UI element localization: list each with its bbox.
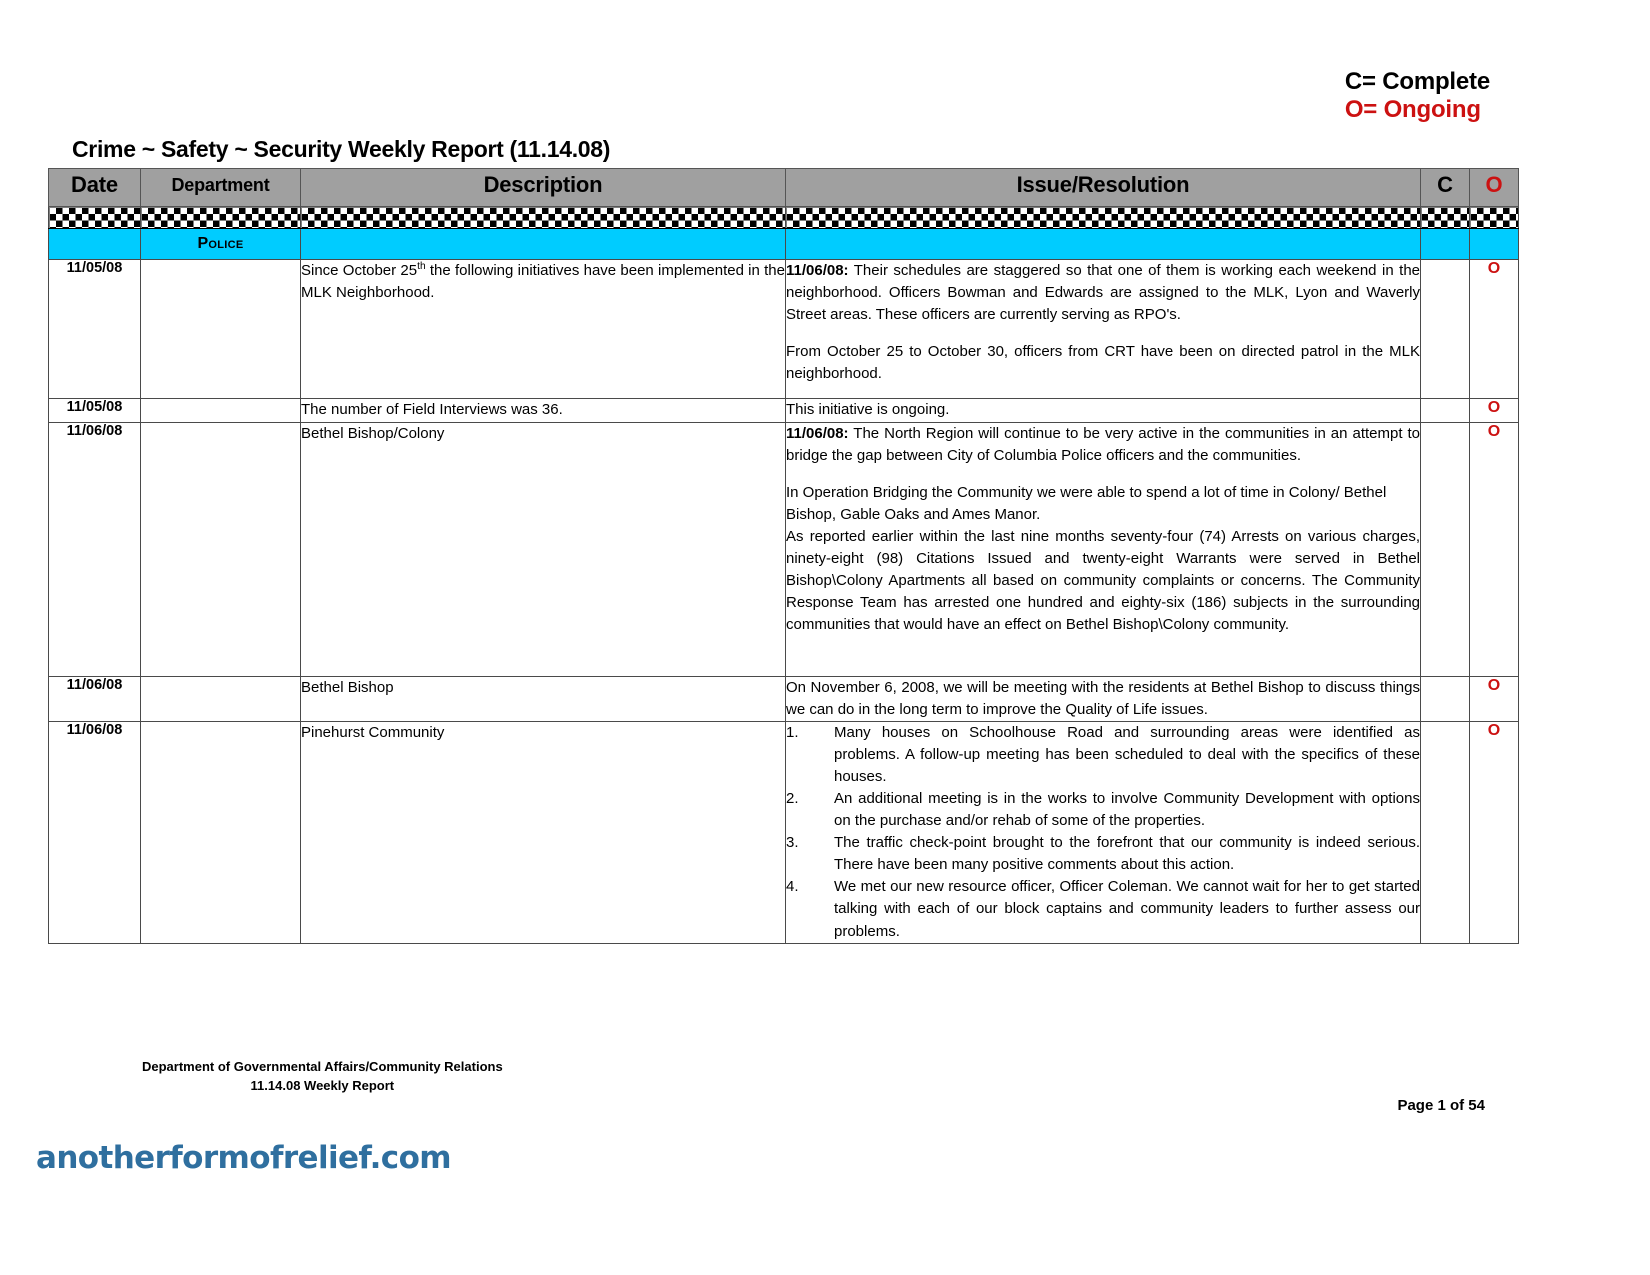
table-row: 11/06/08 Pinehurst Community Many houses… (48, 721, 1519, 944)
column-header-o: O (1469, 168, 1519, 207)
row-issue-text-1: Their schedules are staggered so that on… (786, 262, 1420, 324)
list-item: We met our new resource officer, Officer… (786, 876, 1420, 940)
row-issue-paragraph-2: In Operation Bridging the Community we w… (786, 484, 1387, 524)
issue-numbered-list: Many houses on Schoolhouse Road and surr… (786, 722, 1420, 942)
table-row: 11/05/08 The number of Field Interviews … (48, 398, 1519, 423)
row-issue-paragraph-3: As reported earlier within the last nine… (786, 528, 1420, 634)
section-cell-dept: Police (140, 228, 301, 260)
row-issue-paragraph-2: From October 25 to October 30, officers … (786, 343, 1420, 383)
row-date: 11/06/08 (48, 422, 141, 677)
row-status-o: O (1469, 398, 1519, 423)
list-item: The traffic check-point brought to the f… (786, 832, 1420, 874)
row-issue-date-label: 11/06/08: (786, 425, 849, 442)
list-item: Many houses on Schoolhouse Road and surr… (786, 722, 1420, 786)
hatch-cell-c (1420, 206, 1470, 229)
watermark-url: anotherformofrelief.com (36, 1140, 452, 1176)
row-description: Since October 25th the following initiat… (300, 259, 786, 399)
row-department (140, 422, 301, 677)
section-cell-date (48, 228, 141, 260)
section-cell-o (1469, 228, 1519, 260)
row-description-text-pre: Since October 25 (301, 262, 418, 279)
row-status-c (1420, 422, 1470, 677)
row-issue: This initiative is ongoing. (785, 398, 1421, 423)
footer-line-1: Department of Governmental Affairs/Commu… (142, 1059, 503, 1074)
hatch-cell-desc (300, 206, 786, 229)
section-cell-c (1420, 228, 1470, 260)
row-issue-paragraph-1: 11/06/08: Their schedules are staggered … (786, 260, 1420, 326)
row-date: 11/05/08 (48, 259, 141, 399)
weekly-report-table: Date Department Description Issue/Resolu… (48, 168, 1519, 944)
row-description: The number of Field Interviews was 36. (300, 398, 786, 423)
row-department (140, 259, 301, 399)
row-status-o: O (1469, 259, 1519, 399)
row-issue: On November 6, 2008, we will be meeting … (785, 675, 1421, 723)
section-cell-issue (785, 228, 1421, 260)
section-cell-desc (300, 228, 786, 260)
hatch-cell-o (1469, 206, 1519, 229)
row-department (140, 721, 301, 944)
footer-department-block: Department of Governmental Affairs/Commu… (142, 1058, 503, 1096)
legend-complete: C= Complete (1344, 68, 1490, 95)
column-header-date: Date (48, 168, 141, 207)
row-department (140, 398, 301, 423)
row-date: 11/06/08 (48, 675, 141, 723)
row-status-c (1420, 675, 1470, 723)
row-date: 11/06/08 (48, 721, 141, 944)
row-issue-paragraph-1: 11/06/08: The North Region will continue… (786, 423, 1420, 467)
column-header-department: Department (140, 168, 301, 207)
hatch-cell-issue (785, 206, 1421, 229)
column-header-issue-resolution: Issue/Resolution (785, 168, 1421, 207)
row-status-o: O (1469, 675, 1519, 723)
row-status-o: O (1469, 422, 1519, 677)
column-header-description: Description (300, 168, 786, 207)
row-description: Bethel Bishop (300, 675, 786, 723)
column-header-c: C (1420, 168, 1470, 207)
row-status-o: O (1469, 721, 1519, 944)
footer-line-2: 11.14.08 Weekly Report (250, 1077, 395, 1093)
section-label-police: Police (197, 235, 244, 252)
row-description: Bethel Bishop/Colony (300, 422, 786, 677)
table-header-row: Date Department Description Issue/Resolu… (48, 168, 1519, 207)
section-row-police: Police (48, 228, 1519, 260)
page-title: Crime ~ Safety ~ Security Weekly Report … (72, 136, 611, 162)
row-issue: Many houses on Schoolhouse Road and surr… (785, 721, 1421, 944)
row-issue-text-1: The North Region will continue to be ver… (786, 425, 1420, 465)
row-status-c (1420, 398, 1470, 423)
row-issue-date-label: 11/06/08: (786, 262, 849, 279)
row-description-superscript: th (417, 261, 426, 272)
table-row: 11/06/08 Bethel Bishop On November 6, 20… (48, 675, 1519, 723)
hatch-cell-dept (140, 206, 301, 229)
report-page: C= Complete O= Ongoing Crime ~ Safety ~ … (0, 0, 1650, 1275)
hatched-separator-row (48, 206, 1519, 229)
row-date: 11/05/08 (48, 398, 141, 423)
row-description: Pinehurst Community (300, 721, 786, 944)
page-number: Page 1 of 54 (1397, 1097, 1485, 1114)
row-status-c (1420, 721, 1470, 944)
legend-ongoing: O= Ongoing (1344, 96, 1481, 124)
hatch-cell-date (48, 206, 141, 229)
table-row: 11/06/08 Bethel Bishop/Colony 11/06/08: … (48, 422, 1519, 677)
list-item: An additional meeting is in the works to… (786, 788, 1420, 830)
row-issue: 11/06/08: Their schedules are staggered … (785, 259, 1421, 399)
table-row: 11/05/08 Since October 25th the followin… (48, 259, 1519, 399)
row-status-c (1420, 259, 1470, 399)
status-legend: C= Complete O= Ongoing (1345, 68, 1490, 125)
row-issue: 11/06/08: The North Region will continue… (785, 422, 1421, 677)
row-department (140, 675, 301, 723)
